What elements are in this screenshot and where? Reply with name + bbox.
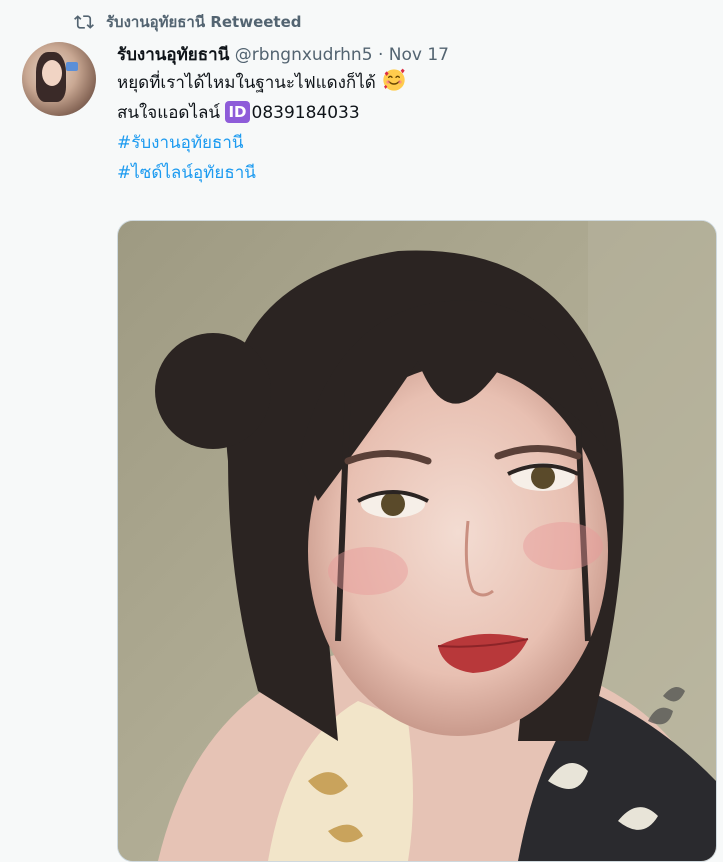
tweet-photo[interactable] [117, 220, 717, 862]
author-handle[interactable]: @rbngnxudrhn5 [235, 45, 373, 65]
tweet-text-line-2: สนใจแอดไลน์ ID 0839184033 [117, 98, 715, 128]
avatar[interactable] [22, 42, 96, 116]
smiling-face-with-hearts-icon [383, 68, 405, 91]
hashtag-link[interactable]: #รับงานอุทัยธานี [117, 133, 244, 153]
retweet-icon [74, 15, 94, 29]
tweet-body: รับงานอุทัยธานี @rbngnxudrhn5 · Nov 17 ห… [117, 42, 715, 188]
id-badge: ID [225, 101, 250, 123]
tweet-header: รับงานอุทัยธานี @rbngnxudrhn5 · Nov 17 [117, 42, 715, 68]
tweet-text-line-1: หยุดที่เราได้ไหมในฐานะไฟแดงก็ได้ [117, 68, 715, 98]
separator-dot: · [377, 45, 384, 65]
tweet-phone: 0839184033 [251, 103, 360, 123]
retweet-label: รับงานอุทัยธานี Retweeted [106, 13, 302, 31]
tweet-date[interactable]: Nov 17 [389, 45, 449, 65]
hashtag-line-1: #รับงานอุทัยธานี [117, 128, 715, 158]
tweet-text-2-prefix: สนใจแอดไลน์ [117, 103, 221, 123]
photo-content [118, 221, 716, 861]
retweet-context[interactable]: รับงานอุทัยธานี Retweeted [74, 10, 302, 34]
author-name[interactable]: รับงานอุทัยธานี [117, 45, 229, 65]
hashtag-line-2: #ไซด์ไลน์อุทัยธานี [117, 158, 715, 188]
tweet-text-1: หยุดที่เราได้ไหมในฐานะไฟแดงก็ได้ [117, 73, 376, 93]
hashtag-link[interactable]: #ไซด์ไลน์อุทัยธานี [117, 163, 256, 183]
